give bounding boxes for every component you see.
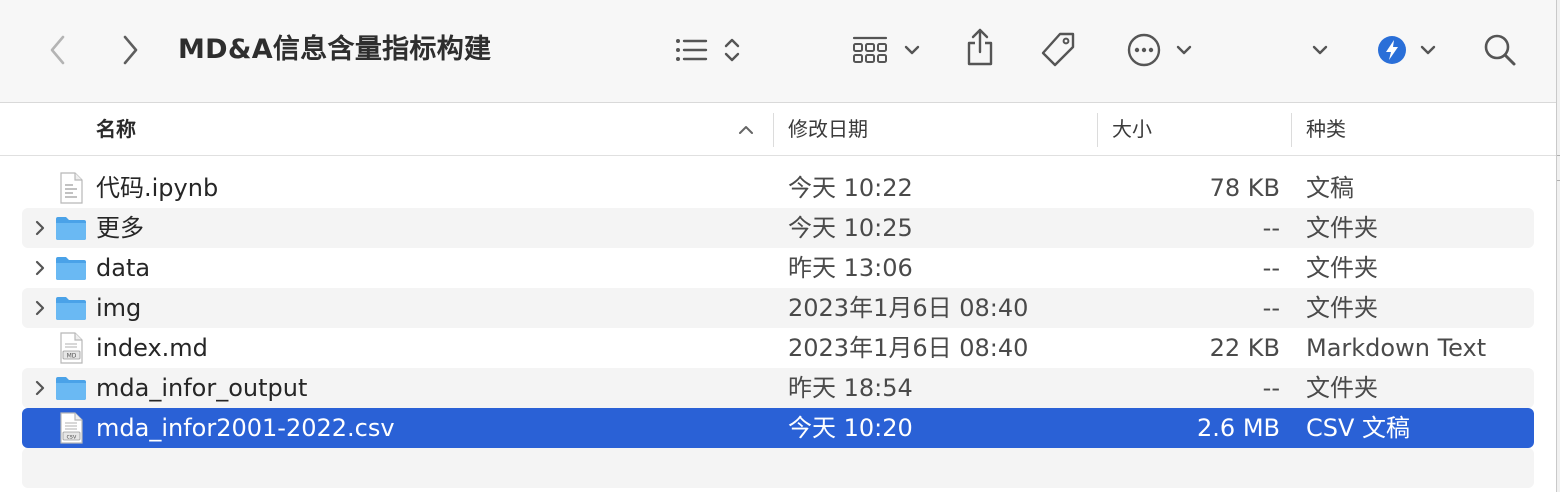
list-item[interactable]: img 2023年1月6日 08:40 -- 文件夹 (22, 288, 1534, 328)
file-size: 22 KB (1209, 334, 1280, 362)
disclosure-triangle-icon[interactable] (28, 208, 52, 248)
column-name-header[interactable]: 名称 (96, 103, 136, 155)
column-size-header[interactable]: 大小 (1112, 103, 1152, 155)
grid-group-icon[interactable] (848, 30, 892, 70)
sort-ascending-icon[interactable] (734, 117, 758, 141)
column-divider[interactable] (1291, 113, 1292, 147)
window-title: MD&A信息含量指标构建 (178, 34, 492, 65)
folder-icon (54, 368, 88, 408)
file-size: -- (1262, 294, 1280, 322)
list-item[interactable]: 代码.ipynb 今天 10:22 78 KB 文稿 (22, 168, 1534, 208)
chevron-down-icon[interactable] (900, 30, 924, 70)
file-size: 2.6 MB (1197, 414, 1280, 442)
column-divider[interactable] (1097, 113, 1098, 147)
list-item[interactable]: data 昨天 13:06 -- 文件夹 (22, 248, 1534, 288)
folder-icon (54, 248, 88, 288)
file-kind: 文稿 (1306, 174, 1354, 202)
md-file-icon: MD (54, 328, 88, 368)
file-size: 78 KB (1209, 174, 1280, 202)
file-kind: 文件夹 (1306, 254, 1378, 282)
list-view-icon[interactable] (670, 30, 712, 70)
disclosure-triangle-icon[interactable] (28, 368, 52, 408)
csv-file-icon: csv (54, 408, 88, 448)
file-date: 2023年1月6日 08:40 (788, 294, 1029, 322)
list-item[interactable]: 更多 今天 10:25 -- 文件夹 (22, 208, 1534, 248)
tag-icon[interactable] (1036, 28, 1080, 72)
ellipsis-circle-icon[interactable] (1124, 30, 1164, 70)
file-date: 昨天 18:54 (788, 374, 913, 402)
file-kind: 文件夹 (1306, 294, 1378, 322)
empty-row (22, 448, 1534, 488)
file-size: -- (1262, 214, 1280, 242)
shortcuts-icon[interactable] (1374, 32, 1410, 68)
file-size: -- (1262, 254, 1280, 282)
disclosure-triangle-icon[interactable] (28, 288, 52, 328)
share-icon[interactable] (960, 24, 1000, 70)
file-date: 今天 10:20 (788, 414, 913, 442)
disclosure-triangle-icon[interactable] (28, 248, 52, 288)
chevron-down-icon[interactable] (1308, 30, 1332, 70)
file-name: data (96, 254, 151, 282)
file-name: mda_infor_output (96, 374, 308, 402)
column-kind-header[interactable]: 种类 (1306, 103, 1346, 155)
file-name: 代码.ipynb (96, 174, 219, 202)
document-icon (54, 168, 88, 208)
window-edge (1556, 0, 1560, 492)
chevron-left-icon[interactable] (40, 30, 76, 70)
chevron-right-icon[interactable] (112, 30, 148, 70)
file-name: index.md (96, 334, 208, 362)
file-kind: Markdown Text (1306, 334, 1487, 362)
svg-text:MD: MD (67, 353, 77, 360)
chevron-down-icon[interactable] (1416, 30, 1440, 70)
file-name: mda_infor2001-2022.csv (96, 414, 395, 442)
file-name: img (96, 294, 142, 322)
file-kind: CSV 文稿 (1306, 414, 1411, 442)
finder-window: MD&A信息含量指标构建 名称 修改日期 大小 种类 代码.ipynb 今天 1… (0, 0, 1556, 492)
list-item[interactable]: mda_infor_output 昨天 18:54 -- 文件夹 (22, 368, 1534, 408)
file-date: 今天 10:22 (788, 174, 913, 202)
folder-icon (54, 208, 88, 248)
list-item[interactable]: MD index.md 2023年1月6日 08:40 22 KB Markdo… (22, 328, 1534, 368)
file-size: -- (1262, 374, 1280, 402)
folder-icon (54, 288, 88, 328)
file-date: 今天 10:25 (788, 214, 913, 242)
file-name: 更多 (96, 214, 144, 242)
sort-updown-icon[interactable] (718, 30, 746, 70)
file-kind: 文件夹 (1306, 214, 1378, 242)
svg-text:csv: csv (67, 434, 77, 441)
column-divider[interactable] (773, 113, 774, 147)
file-date: 2023年1月6日 08:40 (788, 334, 1029, 362)
column-date-header[interactable]: 修改日期 (788, 103, 868, 155)
list-item-selected[interactable]: csv mda_infor2001-2022.csv 今天 10:20 2.6 … (22, 408, 1534, 448)
file-date: 昨天 13:06 (788, 254, 913, 282)
file-kind: 文件夹 (1306, 374, 1378, 402)
toolbar: MD&A信息含量指标构建 (0, 0, 1556, 103)
column-header: 名称 修改日期 大小 种类 (0, 103, 1556, 156)
search-icon[interactable] (1478, 28, 1522, 72)
chevron-down-icon[interactable] (1172, 30, 1196, 70)
